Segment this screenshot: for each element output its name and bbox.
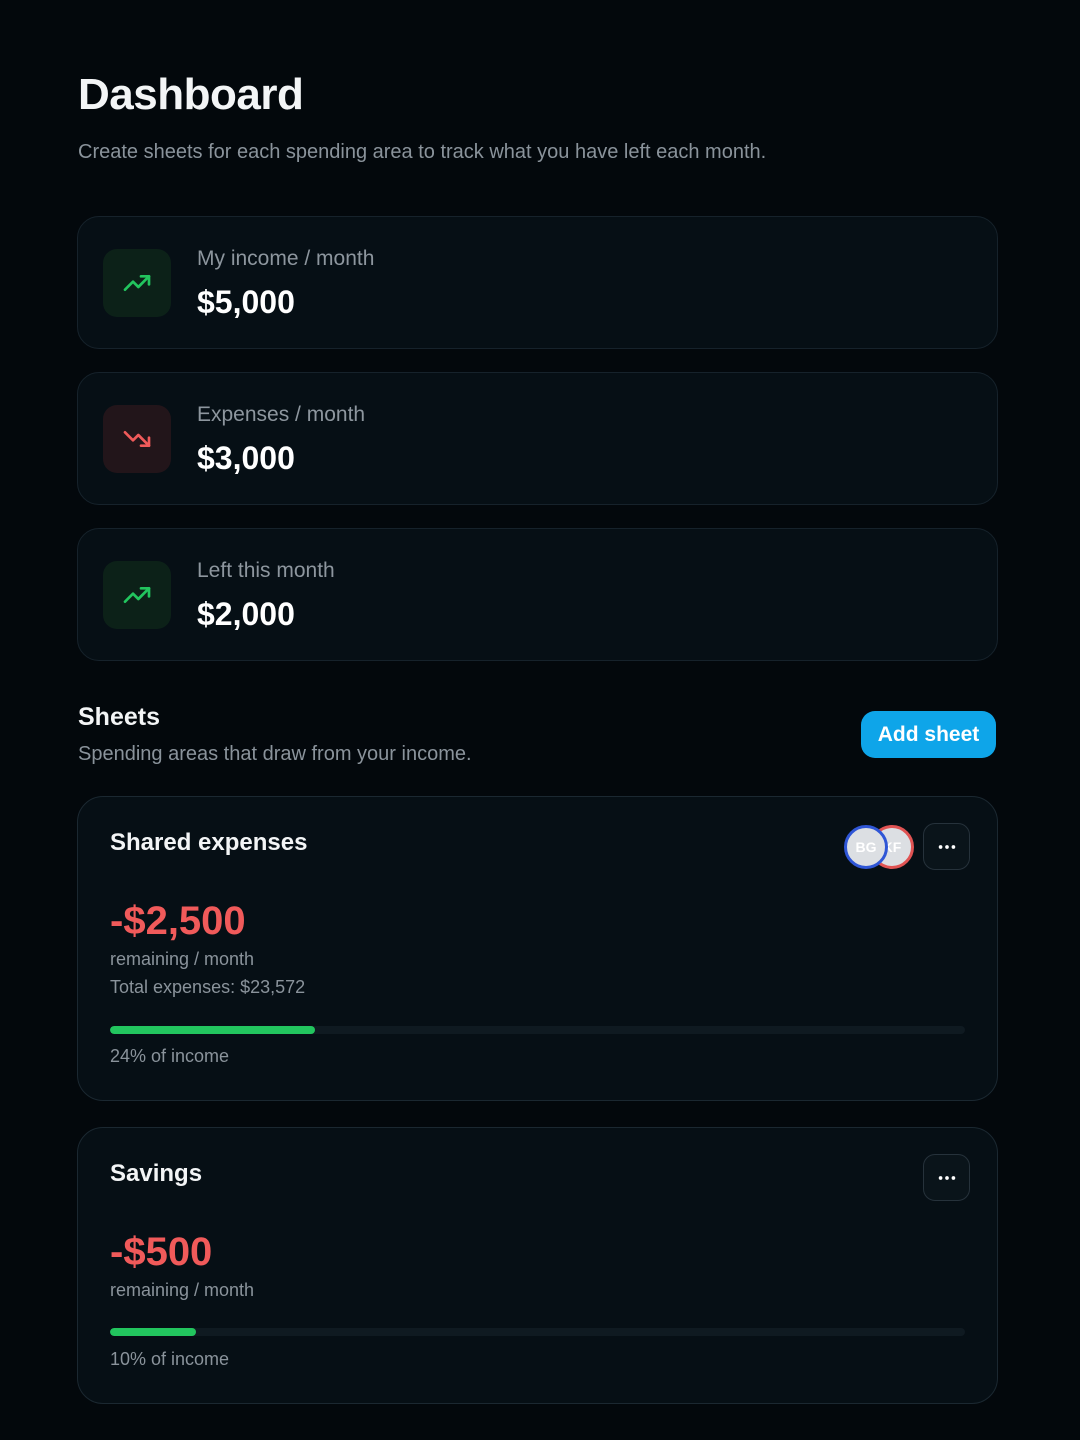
left-stat-label: Left this month [197, 559, 335, 582]
sheet-name: Shared expenses [110, 829, 308, 856]
expenses-stat-card: Expenses / month $3,000 [77, 372, 998, 505]
income-stat-value: $5,000 [197, 284, 295, 320]
sheets-section-subtitle: Spending areas that draw from your incom… [78, 743, 472, 765]
avatar: BG [844, 825, 888, 869]
trending-up-icon [103, 249, 171, 317]
income-stat-label: My income / month [197, 247, 375, 270]
left-stat-value: $2,000 [197, 596, 295, 632]
progress-fill [110, 1328, 196, 1336]
page-subtitle: Create sheets for each spending area to … [78, 141, 767, 163]
sheet-remaining-amount: -$500 [110, 1230, 213, 1274]
trending-up-icon [103, 561, 171, 629]
progress-label: 24% of income [110, 1046, 230, 1066]
expenses-stat-value: $3,000 [197, 440, 295, 476]
dashboard-page: Dashboard Create sheets for each spendin… [0, 0, 1080, 1440]
trending-down-icon [103, 405, 171, 473]
sheet-name: Savings [110, 1160, 203, 1187]
sheet-card-savings[interactable]: Savings -$500 remaining / month 10% of i… [77, 1127, 998, 1404]
sheet-total-expenses: Total expenses: $23,572 [110, 977, 306, 997]
progress-fill [110, 1026, 316, 1034]
more-options-button[interactable] [923, 1154, 970, 1201]
sheet-card-shared-expenses[interactable]: Shared expenses BG KF -$2,500 remaining … [77, 796, 998, 1101]
add-sheet-button[interactable]: Add sheet [861, 711, 996, 758]
progress-label: 10% of income [110, 1349, 230, 1369]
income-stat-card: My income / month $5,000 [77, 216, 998, 349]
member-avatars[interactable]: BG KF [844, 825, 918, 871]
progress-bar [110, 1328, 965, 1336]
progress-bar [110, 1026, 965, 1034]
sheet-remaining-label: remaining / month [110, 949, 255, 969]
page-title: Dashboard [78, 70, 304, 119]
more-options-button[interactable] [923, 823, 970, 870]
sheet-remaining-label: remaining / month [110, 1280, 255, 1300]
sheet-remaining-amount: -$2,500 [110, 899, 246, 943]
left-stat-card: Left this month $2,000 [77, 528, 998, 661]
sheets-section-title: Sheets [78, 703, 160, 731]
expenses-stat-label: Expenses / month [197, 403, 366, 426]
more-horizontal-icon [938, 1175, 955, 1180]
more-horizontal-icon [938, 844, 955, 849]
